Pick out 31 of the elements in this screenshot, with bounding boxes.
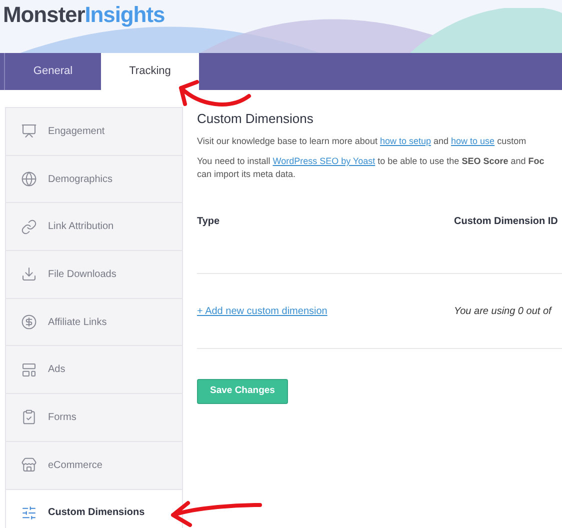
add-dimension-link[interactable]: + Add new custom dimension	[197, 304, 454, 318]
sidebar-item[interactable]: Custom Dimensions	[6, 490, 182, 528]
presentation-board-icon	[21, 123, 37, 140]
tab[interactable]: Tracking	[101, 53, 199, 90]
usage-text: You are using 0 out of	[454, 304, 552, 318]
section-title: Custom Dimensions	[197, 111, 314, 127]
dollar-circle-icon	[21, 314, 37, 330]
clipboard-check-icon	[21, 409, 37, 426]
sidebar-item[interactable]: File Downloads	[6, 251, 182, 299]
sidebar-item[interactable]: Forms	[6, 394, 182, 442]
sliders-icon	[21, 504, 37, 521]
chain-link-icon	[21, 218, 37, 235]
column-header: Type	[197, 215, 221, 229]
link[interactable]: WordPress SEO by Yoast	[272, 156, 376, 166]
tab[interactable]: General	[5, 53, 101, 90]
save-changes-button[interactable]: Save Changes	[197, 379, 288, 404]
layout-icon	[21, 362, 37, 378]
storefront-icon	[21, 457, 37, 474]
sidebar-item[interactable]: Engagement	[6, 108, 182, 156]
sidebar-item[interactable]: Affiliate Links	[6, 298, 182, 346]
column-header: Custom Dimension ID	[454, 215, 558, 229]
link[interactable]: how to use	[451, 136, 495, 146]
description-text: Visit our knowledge base to learn more about how to setup and how to use custom	[197, 135, 528, 148]
logo: MonsterInsights	[3, 1, 165, 29]
sidebar-item[interactable]: Ads	[6, 346, 182, 394]
sidebar-item[interactable]: Link Attribution	[6, 203, 182, 252]
sidebar-item[interactable]: Demographics	[6, 156, 182, 204]
description-text: You need to install WordPress SEO by Yoast to be able to use the SEO Score and Foc can import its meta data.	[197, 155, 546, 181]
globe-icon	[21, 171, 37, 188]
download-icon	[21, 266, 37, 282]
link[interactable]: how to setup	[380, 136, 431, 146]
